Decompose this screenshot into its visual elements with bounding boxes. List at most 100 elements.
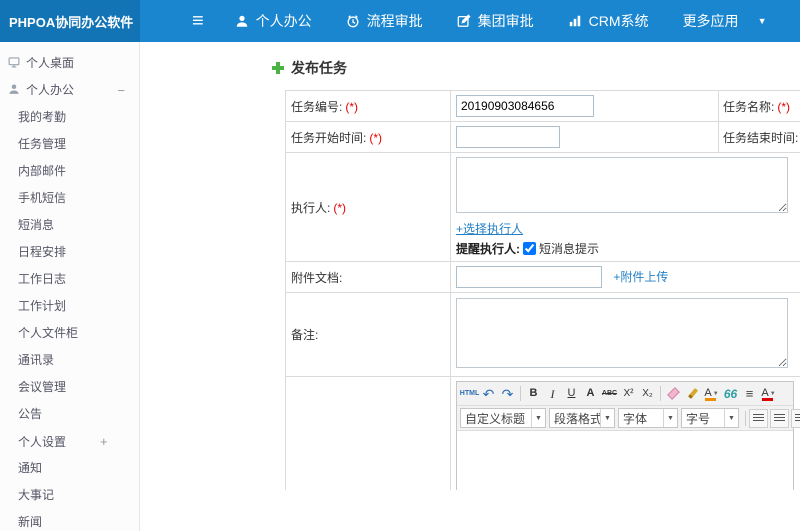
sms-remind-label: 短消息提示 — [539, 242, 600, 256]
sidebar-item[interactable]: 个人设置 + — [0, 428, 139, 455]
toolbar-separator — [660, 386, 661, 401]
sidebar-item[interactable]: 短消息 — [0, 212, 139, 239]
sidebar-item[interactable]: 个人桌面 — [0, 50, 139, 77]
font-style-icon[interactable]: A — [581, 384, 600, 403]
remark-textarea[interactable] — [456, 298, 788, 368]
sidebar-item[interactable]: 任务管理 — [0, 131, 139, 158]
sidebar-item[interactable]: 日程安排 — [0, 239, 139, 266]
sms-remind-checkbox[interactable] — [523, 242, 536, 255]
required-marker: (*) — [369, 130, 383, 145]
sidebar-item-label: 工作日志 — [18, 272, 67, 286]
caret-down-icon: ▼ — [663, 409, 677, 427]
sidebar-item[interactable]: 会议管理 — [0, 374, 139, 401]
app-logo: PHPOA协同办公软件 — [0, 0, 140, 42]
minus-toggle-icon[interactable]: − — [117, 77, 125, 104]
nav-label: 集团审批 — [477, 13, 534, 29]
sidebar-item[interactable]: 手机短信 — [0, 185, 139, 212]
paragraph-format-select[interactable]: 段落格式 ▼ — [549, 408, 615, 428]
form-label-cell: 备注: — [285, 292, 451, 377]
hamburger-menu-icon[interactable]: ≡ — [192, 0, 204, 42]
nav-item-personal-office[interactable]: 个人办公 — [218, 0, 329, 42]
source-code-icon[interactable]: HTML — [460, 384, 479, 403]
toolbar-separator — [520, 386, 521, 401]
sidebar-item-label: 短消息 — [18, 218, 55, 232]
user-icon — [236, 15, 247, 27]
task-number-label: 任务编号: — [291, 99, 343, 114]
app-window: PHPOA协同办公软件 ≡ 个人办公 流程审批 集团审批 CRM系统 更多应用 … — [0, 0, 800, 531]
sidebar-item[interactable]: 我的考勤 — [0, 104, 139, 131]
nav-label: CRM系统 — [588, 13, 649, 29]
form-row-executor: 执行人: (*) +选择执行人 提醒执行人: 短消息提示 — [285, 152, 800, 262]
blockquote-icon[interactable]: 66 — [721, 384, 740, 403]
form-row-task-time: 任务开始时间:(*) 任务结束时间:(*) — [285, 121, 800, 153]
italic-icon[interactable]: I — [543, 384, 562, 403]
executor-textarea[interactable] — [456, 157, 788, 213]
editor-toolbar-row2: 自定义标题 ▼ 段落格式 ▼ 字体 ▼ 字号 ▼ — [457, 406, 800, 431]
sidebar-item[interactable]: 内部邮件 — [0, 158, 139, 185]
sidebar-item-label: 会议管理 — [18, 380, 67, 394]
edit-square-icon — [457, 14, 471, 27]
user-icon — [8, 78, 20, 94]
sidebar-item[interactable]: 公告 — [0, 401, 139, 428]
nav-label: 个人办公 — [255, 13, 312, 29]
main-nav: 个人办公 流程审批 集团审批 CRM系统 更多应用 ▼ — [218, 0, 784, 42]
align-center-icon[interactable] — [770, 408, 789, 428]
align-right-icon[interactable] — [791, 408, 800, 428]
form-value-cell: +附件上传 — [450, 261, 800, 293]
sidebar-item-label: 任务管理 — [18, 137, 67, 151]
highlight-color-icon[interactable]: A ▼ — [702, 384, 721, 403]
sidebar-item-label: 通知 — [18, 461, 43, 475]
align-left-icon[interactable] — [749, 408, 768, 428]
attachment-input[interactable] — [456, 266, 602, 288]
page-title: 发布任务 — [272, 58, 800, 78]
redo-icon[interactable]: ↷ — [498, 384, 517, 403]
undo-icon[interactable]: ↶ — [479, 384, 498, 403]
sidebar-item[interactable]: 新闻 — [0, 509, 139, 531]
choose-executor-link[interactable]: +选择执行人 — [456, 222, 523, 236]
nav-item-crm-system[interactable]: CRM系统 — [551, 0, 666, 42]
eraser-icon — [667, 387, 680, 400]
underline-icon[interactable]: U — [562, 384, 581, 403]
nav-item-more-apps[interactable]: 更多应用 ▼ — [666, 0, 784, 42]
nav-item-group-approval[interactable]: 集团审批 — [440, 0, 551, 42]
form-label-cell: 任务开始时间: (*) — [285, 121, 451, 153]
sidebar-item[interactable]: 个人办公 − — [0, 77, 139, 104]
executor-label: 执行人: — [291, 200, 331, 215]
plus-toggle-icon[interactable]: + — [100, 434, 108, 449]
sidebar-item[interactable]: 工作日志 — [0, 266, 139, 293]
nav-item-process-approval[interactable]: 流程审批 — [329, 0, 440, 42]
caret-down-icon: ▼ — [531, 409, 545, 427]
form-label-cell: 任务结束时间:(*) — [718, 121, 800, 153]
toolbar-separator — [745, 410, 746, 426]
sidebar-item[interactable]: 大事记 — [0, 482, 139, 509]
form-label-cell: 任务编号: (*) — [285, 90, 451, 122]
format-brush-icon[interactable] — [683, 384, 702, 403]
attachment-upload-link[interactable]: +附件上传 — [613, 270, 668, 284]
list-icon[interactable]: ≡ — [740, 384, 759, 403]
custom-title-select[interactable]: 自定义标题 ▼ — [460, 408, 546, 428]
sidebar-item[interactable]: 个人文件柜 — [0, 320, 139, 347]
font-color-icon[interactable]: A ▼ — [759, 384, 778, 403]
sidebar-item-label: 通讯录 — [18, 353, 55, 367]
eraser-icon[interactable] — [664, 384, 683, 403]
nav-label: 更多应用 — [682, 13, 739, 29]
sidebar-item[interactable]: 工作计划 — [0, 293, 139, 320]
font-size-select[interactable]: 字号 ▼ — [681, 408, 739, 428]
editor-content-area[interactable] — [457, 431, 793, 490]
sidebar-item[interactable]: 通知 — [0, 455, 139, 482]
attachment-label: 附件文档: — [291, 270, 343, 285]
task-number-input[interactable] — [456, 95, 594, 117]
start-time-input[interactable] — [456, 126, 560, 148]
sidebar-item-label: 个人桌面 — [26, 56, 75, 70]
subscript-icon[interactable]: X₂ — [638, 384, 657, 403]
font-family-select[interactable]: 字体 ▼ — [618, 408, 678, 428]
publish-task-form: 任务编号:(*) 任务名称:(*) — [285, 90, 800, 490]
sidebar-item-label: 工作计划 — [18, 299, 67, 313]
bold-icon[interactable]: B — [524, 384, 543, 403]
bar-chart-icon — [569, 15, 580, 27]
sidebar-item[interactable]: 通讯录 — [0, 347, 139, 374]
superscript-icon[interactable]: X² — [619, 384, 638, 403]
sidebar: 个人桌面个人办公 − 我的考勤任务管理内部邮件 手机短信短消息日程安排工作日志工作计划… — [0, 42, 140, 531]
format-brush-icon — [687, 388, 698, 399]
strikethrough-icon[interactable]: ABC — [600, 384, 619, 403]
